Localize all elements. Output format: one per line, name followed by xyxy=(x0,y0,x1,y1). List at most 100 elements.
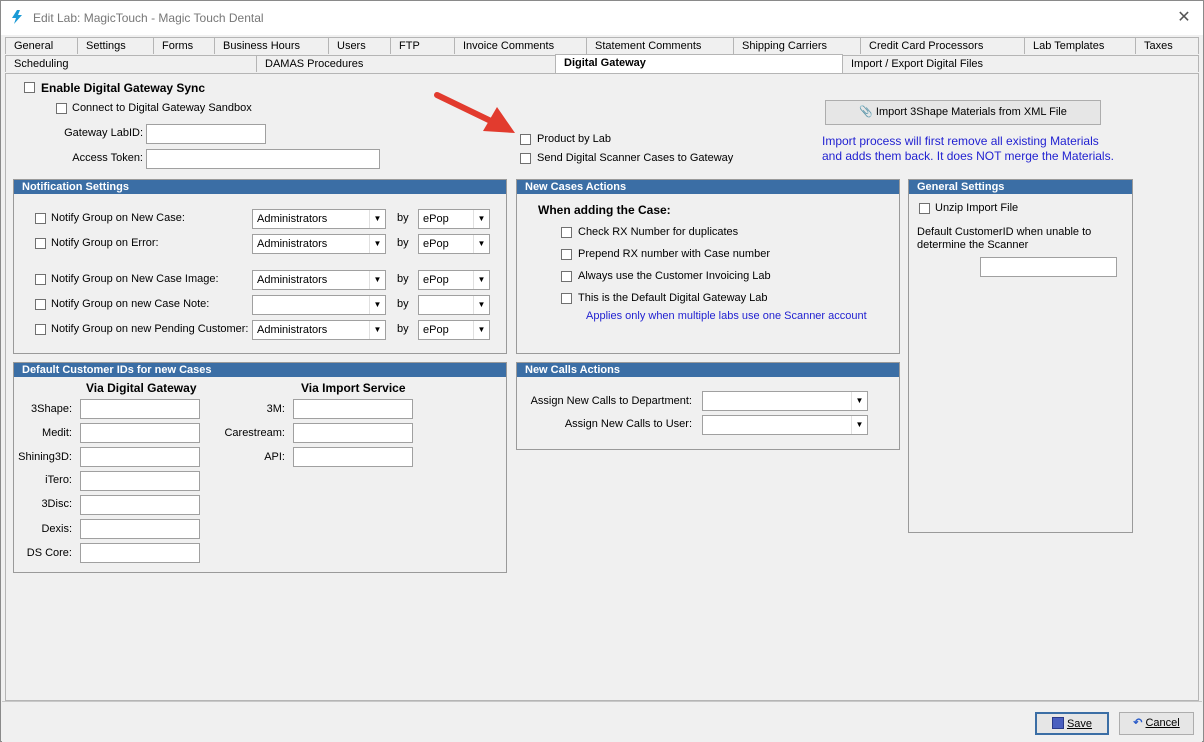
notify-new-case-via-select[interactable]: ePop ▼ xyxy=(418,209,490,229)
api-input[interactable] xyxy=(293,447,413,467)
notify-error-group-select[interactable]: Administrators ▼ xyxy=(252,234,386,254)
customer-invoicing-lab-checkbox[interactable] xyxy=(561,271,572,282)
notify-case-note-checkbox[interactable] xyxy=(35,299,46,310)
assign-department-select[interactable]: ▼ xyxy=(702,391,868,411)
check-rx-duplicates-label: Check RX Number for duplicates xyxy=(578,226,739,238)
default-customer-ids-header: Default Customer IDs for new Cases xyxy=(14,363,506,377)
title-bar: Edit Lab: MagicTouch - Magic Touch Denta… xyxy=(1,1,1203,35)
ds-core-input[interactable] xyxy=(80,543,200,563)
medit-input[interactable] xyxy=(80,423,200,443)
sandbox-label: Connect to Digital Gateway Sandbox xyxy=(72,102,252,114)
cancel-button-label: Cancel xyxy=(1145,717,1180,729)
by-label: by xyxy=(397,237,409,249)
via-digital-gateway-title: Via Digital Gateway xyxy=(86,381,197,395)
tab-damas-procedures[interactable]: DAMAS Procedures xyxy=(256,55,556,72)
general-settings-header: General Settings xyxy=(909,180,1132,194)
access-token-input[interactable] xyxy=(146,149,380,169)
selected-value: Administrators xyxy=(257,213,328,225)
gateway-labid-label: Gateway LabID: xyxy=(64,127,143,139)
sandbox-checkbox[interactable] xyxy=(56,103,67,114)
close-icon[interactable]: ✕ xyxy=(1173,7,1195,29)
check-rx-duplicates-checkbox[interactable] xyxy=(561,227,572,238)
tab-forms[interactable]: Forms xyxy=(153,37,215,54)
default-customerid-label-2: determine the Scanner xyxy=(917,239,1029,251)
notify-new-case-checkbox[interactable] xyxy=(35,213,46,224)
red-arrow-icon xyxy=(434,92,515,133)
chevron-down-icon: ▼ xyxy=(473,235,489,253)
notify-case-note-via-select[interactable]: ▼ xyxy=(418,295,490,315)
default-gateway-lab-checkbox[interactable] xyxy=(561,293,572,304)
tab-import-export-digital-files[interactable]: Import / Export Digital Files xyxy=(842,55,1199,72)
tab-shipping-carriers[interactable]: Shipping Carriers xyxy=(733,37,861,54)
tab-users[interactable]: Users xyxy=(328,37,391,54)
product-by-lab-checkbox[interactable] xyxy=(520,134,531,145)
import-note-line1: Import process will first remove all exi… xyxy=(822,134,1099,148)
product-by-lab-label: Product by Lab xyxy=(537,133,611,145)
chevron-down-icon: ▼ xyxy=(369,271,385,289)
notify-new-case-image-via-select[interactable]: ePop ▼ xyxy=(418,270,490,290)
cancel-button[interactable]: ↶ Cancel xyxy=(1119,712,1194,735)
chevron-down-icon: ▼ xyxy=(369,235,385,253)
tab-invoice-comments[interactable]: Invoice Comments xyxy=(454,37,587,54)
notify-case-note-group-select[interactable]: ▼ xyxy=(252,295,386,315)
chevron-down-icon: ▼ xyxy=(851,392,867,410)
enable-sync-checkbox[interactable] xyxy=(24,82,35,93)
selected-value: Administrators xyxy=(257,274,328,286)
prepend-rx-checkbox[interactable] xyxy=(561,249,572,260)
notify-new-case-group-select[interactable]: Administrators ▼ xyxy=(252,209,386,229)
chevron-down-icon: ▼ xyxy=(369,321,385,339)
notify-case-note-label: Notify Group on new Case Note: xyxy=(51,298,210,310)
window-title: Edit Lab: MagicTouch - Magic Touch Denta… xyxy=(33,11,264,25)
tab-digital-gateway[interactable]: Digital Gateway xyxy=(555,54,843,73)
send-scanner-cases-checkbox[interactable] xyxy=(520,153,531,164)
notify-error-checkbox[interactable] xyxy=(35,238,46,249)
tab-settings[interactable]: Settings xyxy=(77,37,154,54)
default-gateway-lab-label: This is the Default Digital Gateway Lab xyxy=(578,292,768,304)
selected-value: Administrators xyxy=(257,324,328,336)
notify-new-case-image-checkbox[interactable] xyxy=(35,274,46,285)
tab-business-hours[interactable]: Business Hours xyxy=(214,37,329,54)
notify-error-via-select[interactable]: ePop ▼ xyxy=(418,234,490,254)
app-logo-icon xyxy=(12,10,22,24)
enable-sync-label: Enable Digital Gateway Sync xyxy=(41,81,206,95)
tab-general[interactable]: General xyxy=(5,37,78,54)
gateway-labid-input[interactable] xyxy=(146,124,266,144)
by-label: by xyxy=(397,212,409,224)
3disc-input[interactable] xyxy=(80,495,200,515)
carestream-input[interactable] xyxy=(293,423,413,443)
assign-department-label: Assign New Calls to Department: xyxy=(530,395,692,407)
chevron-down-icon: ▼ xyxy=(369,296,385,314)
notify-pending-customer-via-select[interactable]: ePop ▼ xyxy=(418,320,490,340)
3shape-input[interactable] xyxy=(80,399,200,419)
unzip-import-checkbox[interactable] xyxy=(919,203,930,214)
itero-input[interactable] xyxy=(80,471,200,491)
tab-lab-templates[interactable]: Lab Templates xyxy=(1024,37,1136,54)
import-3shape-button[interactable]: 📎 Import 3Shape Materials from XML File xyxy=(825,100,1101,125)
tab-ftp[interactable]: FTP xyxy=(390,37,455,54)
tab-credit-card-processors[interactable]: Credit Card Processors xyxy=(860,37,1025,54)
tab-taxes[interactable]: Taxes xyxy=(1135,37,1199,54)
tab-scheduling[interactable]: Scheduling xyxy=(5,55,257,72)
notify-new-case-image-group-select[interactable]: Administrators ▼ xyxy=(252,270,386,290)
default-customerid-label-1: Default CustomerID when unable to xyxy=(917,226,1092,238)
notify-pending-customer-checkbox[interactable] xyxy=(35,324,46,335)
assign-user-select[interactable]: ▼ xyxy=(702,415,868,435)
default-customerid-input[interactable] xyxy=(980,257,1117,277)
3disc-label: 3Disc: xyxy=(41,498,72,510)
edit-lab-window: Edit Lab: MagicTouch - Magic Touch Denta… xyxy=(0,0,1204,742)
carestream-label: Carestream: xyxy=(224,427,285,439)
ds-core-label: DS Core: xyxy=(26,547,72,559)
notification-settings-header: Notification Settings xyxy=(14,180,506,194)
when-adding-case-label: When adding the Case: xyxy=(538,203,671,217)
chevron-down-icon: ▼ xyxy=(473,271,489,289)
chevron-down-icon: ▼ xyxy=(851,416,867,434)
3m-input[interactable] xyxy=(293,399,413,419)
prepend-rx-label: Prepend RX number with Case number xyxy=(578,248,770,260)
new-cases-actions-header: New Cases Actions xyxy=(517,180,899,194)
dexis-input[interactable] xyxy=(80,519,200,539)
notify-pending-customer-group-select[interactable]: Administrators ▼ xyxy=(252,320,386,340)
shining3d-input[interactable] xyxy=(80,447,200,467)
tab-statement-comments[interactable]: Statement Comments xyxy=(586,37,734,54)
import-3shape-button-label: Import 3Shape Materials from XML File xyxy=(875,106,1067,118)
save-button[interactable]: Save xyxy=(1035,712,1109,735)
